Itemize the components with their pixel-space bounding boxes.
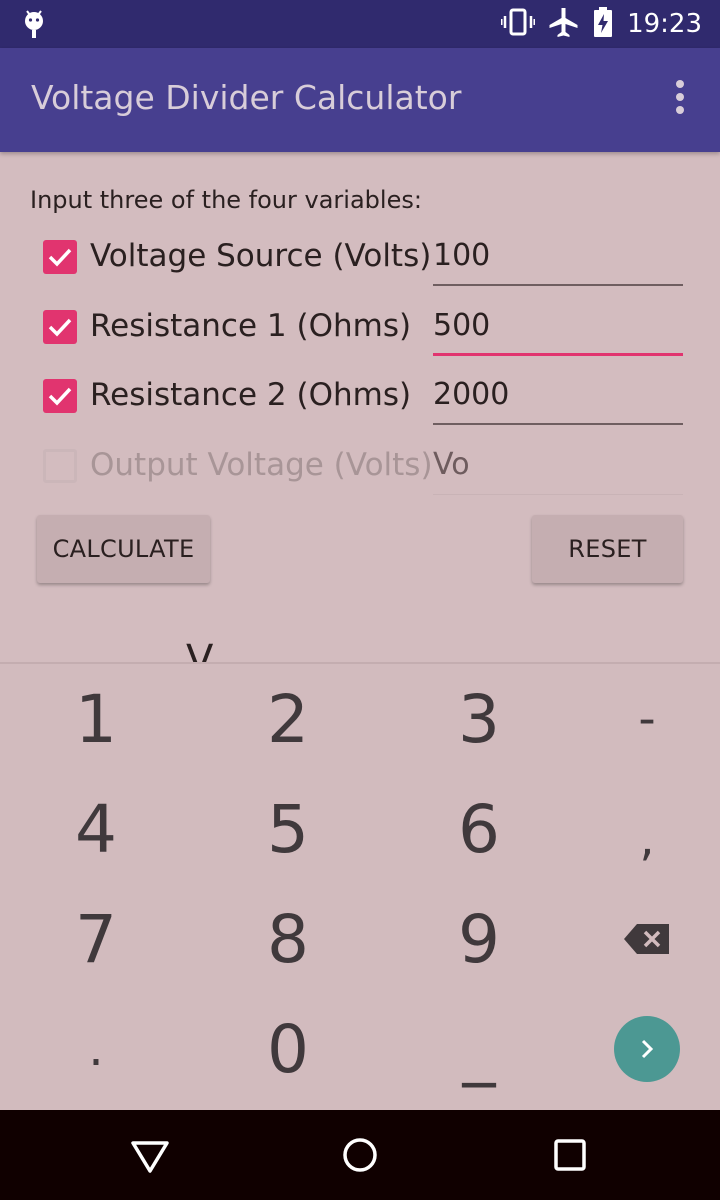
vibrate-icon xyxy=(500,8,536,40)
resistance-2-label: Resistance 2 (Ohms) xyxy=(90,377,412,413)
battery-charging-icon xyxy=(593,7,613,41)
status-time: 19:23 xyxy=(627,9,702,39)
voltage-source-label: Voltage Source (Volts) xyxy=(90,238,432,274)
voltage-source-value: 100 xyxy=(433,238,491,273)
row-output-voltage: Output Voltage (Volts) Vo xyxy=(0,437,720,497)
key-space[interactable]: _ xyxy=(389,994,569,1104)
backspace-icon xyxy=(624,924,669,954)
result-text-partial: V xyxy=(186,640,214,664)
key-0[interactable]: 0 xyxy=(198,994,378,1104)
resistance-2-value: 2000 xyxy=(433,377,510,412)
app-title: Voltage Divider Calculator xyxy=(31,78,462,117)
numeric-keyboard: 1 2 3 - 4 5 6 , 7 8 9 . 0 _ xyxy=(0,662,720,1110)
key-delete[interactable] xyxy=(557,884,720,994)
resistance-1-value: 500 xyxy=(433,308,491,343)
back-icon[interactable] xyxy=(130,1135,170,1175)
recents-icon[interactable] xyxy=(550,1135,590,1175)
output-voltage-hint: Vo xyxy=(433,447,470,482)
home-icon[interactable] xyxy=(340,1135,380,1175)
airplane-icon xyxy=(549,7,579,41)
voltage-source-input[interactable]: 100 xyxy=(433,238,683,286)
key-7[interactable]: 7 xyxy=(6,884,186,994)
android-icon xyxy=(22,9,46,43)
reset-button[interactable]: RESET xyxy=(532,515,683,583)
row-resistance-1: Resistance 1 (Ohms) 500 xyxy=(0,298,720,358)
key-9[interactable]: 9 xyxy=(389,884,569,994)
key-1[interactable]: 1 xyxy=(6,664,186,774)
row-voltage-source: Voltage Source (Volts) 100 xyxy=(0,228,720,288)
voltage-source-checkbox[interactable] xyxy=(43,240,77,274)
checkmark-icon xyxy=(48,387,72,406)
checkmark-icon xyxy=(48,248,72,267)
overflow-menu-icon[interactable] xyxy=(670,80,690,120)
key-period[interactable]: . xyxy=(6,994,186,1104)
chevron-right-icon xyxy=(641,1039,654,1059)
row-resistance-2: Resistance 2 (Ohms) 2000 xyxy=(0,367,720,427)
output-voltage-input: Vo xyxy=(433,447,683,495)
navigation-bar xyxy=(0,1110,720,1200)
key-5[interactable]: 5 xyxy=(198,774,378,884)
key-6[interactable]: 6 xyxy=(389,774,569,884)
output-voltage-label: Output Voltage (Volts) xyxy=(90,447,433,483)
calculate-button[interactable]: CALCULATE xyxy=(37,515,210,583)
key-8[interactable]: 8 xyxy=(198,884,378,994)
checkmark-icon xyxy=(48,318,72,337)
resistance-2-checkbox[interactable] xyxy=(43,379,77,413)
key-minus[interactable]: - xyxy=(557,664,720,774)
key-enter[interactable] xyxy=(557,994,720,1104)
resistance-2-input[interactable]: 2000 xyxy=(433,377,683,425)
key-3[interactable]: 3 xyxy=(389,664,569,774)
key-4[interactable]: 4 xyxy=(6,774,186,884)
key-2[interactable]: 2 xyxy=(198,664,378,774)
instruction-text: Input three of the four variables: xyxy=(30,186,422,214)
resistance-1-checkbox[interactable] xyxy=(43,310,77,344)
status-bar: 19:23 xyxy=(0,0,720,48)
resistance-1-label: Resistance 1 (Ohms) xyxy=(90,308,412,344)
app-bar: Voltage Divider Calculator xyxy=(0,48,720,152)
output-voltage-checkbox xyxy=(43,449,77,483)
resistance-1-input[interactable]: 500 xyxy=(433,308,683,356)
key-comma[interactable]: , xyxy=(557,784,720,894)
